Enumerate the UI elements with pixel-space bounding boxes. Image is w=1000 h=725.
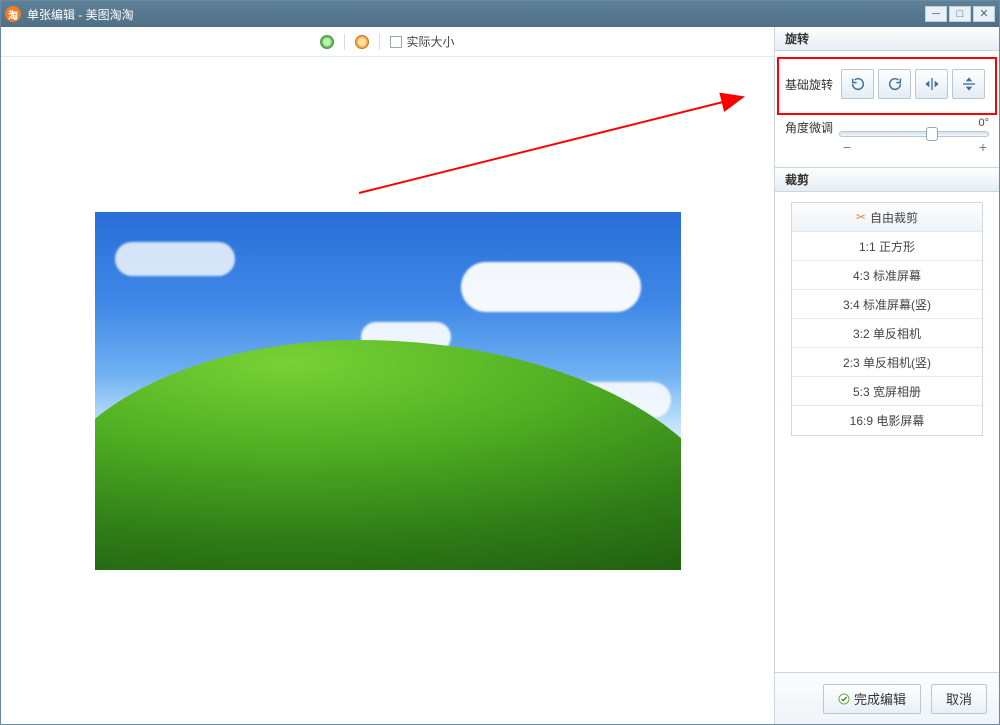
crop-section-header: 裁剪 [775,168,999,192]
flip-horizontal-button[interactable] [915,69,948,99]
crop-option-free[interactable]: ✂ 自由裁剪 [792,203,982,232]
rotate-section-header: 旋转 [775,27,999,51]
app-window: 淘 单张编辑 - 美图淘淘 ─ □ ✕ 实际大小 [0,0,1000,725]
app-logo-icon: 淘 [5,6,21,22]
crop-option-3-2[interactable]: 3:2 单反相机 [792,319,982,348]
canvas-toolbar: 实际大小 [1,27,774,57]
crop-panel: ✂ 自由裁剪 1:1 正方形 4:3 标准屏幕 3:4 标准屏幕(竖) 3:2 … [775,192,999,672]
footer: 完成编辑 取消 [775,672,999,724]
side-panel: 旋转 基础旋转 [775,27,999,724]
zoom-out-icon[interactable] [355,35,369,49]
window-title: 单张编辑 - 美图淘淘 [27,6,923,23]
angle-slider[interactable] [839,131,989,137]
crop-option-2-3[interactable]: 2:3 单反相机(竖) [792,348,982,377]
cancel-button[interactable]: 取消 [931,684,987,714]
crop-option-1-1[interactable]: 1:1 正方形 [792,232,982,261]
canvas[interactable] [1,57,774,724]
rotate-panel: 旋转 基础旋转 [775,27,999,168]
scissors-icon: ✂ [856,210,866,224]
actual-size-icon [390,36,402,48]
angle-minus-button[interactable]: − [843,139,851,155]
rotate-ccw-button[interactable] [841,69,874,99]
basic-rotate-label: 基础旋转 [785,76,833,93]
zoom-in-icon[interactable] [320,35,334,49]
crop-option-4-3[interactable]: 4:3 标准屏幕 [792,261,982,290]
maximize-button[interactable]: □ [949,6,971,22]
check-icon [838,693,850,705]
fine-rotate-label: 角度微调 [785,119,833,136]
crop-option-16-9[interactable]: 16:9 电影屏幕 [792,406,982,435]
canvas-area: 实际大小 [1,27,775,724]
minimize-button[interactable]: ─ [925,6,947,22]
actual-size-button[interactable]: 实际大小 [390,33,454,50]
close-button[interactable]: ✕ [973,6,995,22]
rotate-cw-button[interactable] [878,69,911,99]
angle-readout: 0° [839,117,989,129]
crop-ratio-list: ✂ 自由裁剪 1:1 正方形 4:3 标准屏幕 3:4 标准屏幕(竖) 3:2 … [791,202,983,436]
angle-slider-thumb[interactable] [926,127,938,141]
crop-option-5-3[interactable]: 5:3 宽屏相册 [792,377,982,406]
angle-plus-button[interactable]: + [979,139,987,155]
finish-edit-button[interactable]: 完成编辑 [823,684,921,714]
actual-size-label: 实际大小 [406,33,454,50]
crop-option-3-4[interactable]: 3:4 标准屏幕(竖) [792,290,982,319]
flip-vertical-button[interactable] [952,69,985,99]
titlebar: 淘 单张编辑 - 美图淘淘 ─ □ ✕ [1,1,999,27]
image-preview [95,212,681,570]
